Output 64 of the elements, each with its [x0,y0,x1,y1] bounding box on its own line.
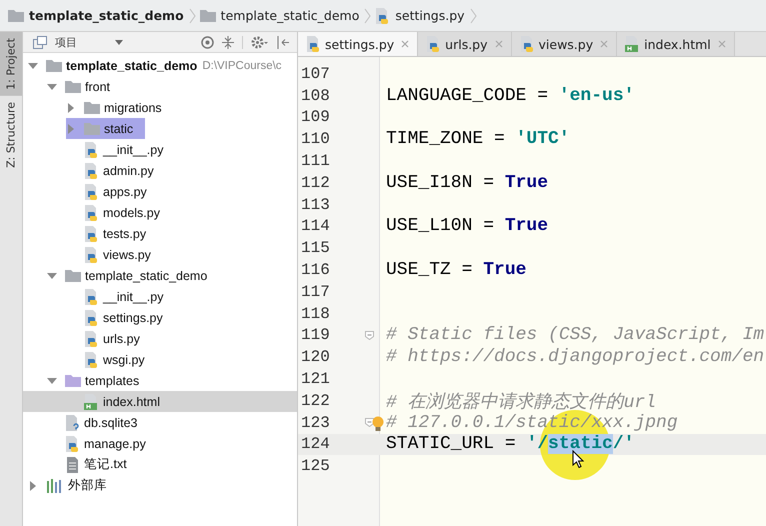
tree-item[interactable]: static [104,122,134,136]
breadcrumb-item[interactable]: settings.py [395,8,465,23]
code-line: # Static files (CSS, JavaScript, Im [386,325,764,346]
tree-item[interactable]: views.py [103,248,151,262]
tree-item[interactable]: admin.py [103,164,154,178]
editor-tab[interactable]: index.html [617,32,735,56]
line-number: 120 [300,348,331,366]
line-number: 113 [300,196,331,214]
tab-title[interactable]: index.html [644,36,711,52]
tree-item[interactable]: apps.py [103,184,147,198]
breadcrumb-item[interactable]: template_static_demo [29,8,184,23]
line-number: 108 [300,86,331,105]
tree-item[interactable]: 笔记.txt [84,456,127,473]
tool-window-tab[interactable]: 1: Project [0,32,22,96]
tree-item[interactable]: models.py [103,206,160,220]
line-number: 123 [300,414,331,432]
line-number: 119 [300,326,331,344]
editor-tab[interactable]: views.py [512,32,618,56]
tree-item[interactable]: tests.py [103,226,146,240]
line-number: 115 [300,239,331,258]
line-number: 117 [300,282,331,301]
tree-item[interactable]: urls.py [103,332,140,346]
code-line: # https://docs.djangoproject.com/en [386,347,764,368]
line-number: 121 [300,370,331,388]
line-number: 118 [300,304,331,323]
tree-item[interactable]: manage.py [84,436,146,450]
tree-item[interactable]: db.sqlite3 [84,416,138,430]
tree-item[interactable]: template_static_demo [85,268,208,282]
editor-tab[interactable]: urls.py [418,32,512,56]
line-number: 116 [300,261,331,280]
tree-item[interactable]: migrations [104,100,162,114]
tab-title[interactable]: urls.py [445,36,488,52]
line-number: 114 [300,217,331,236]
selected-row[interactable]: index.html [23,391,297,412]
line-number: 122 [300,392,331,410]
tree-item[interactable]: wsgi.py [103,352,145,366]
tab-title[interactable]: views.py [538,36,594,52]
tree-item[interactable]: index.html [103,394,160,408]
tree-item[interactable]: settings.py [103,310,163,324]
line-number: 107 [300,64,331,83]
line-number: 111 [300,152,331,170]
line-number: 125 [300,457,331,476]
tab-title[interactable]: settings.py [325,36,394,52]
code-line: USE_TZ = True [386,260,526,280]
tree-item[interactable]: template_static_demo [66,58,198,72]
code-line: USE_I18N = True [386,172,548,193]
tree-item[interactable]: 外部库 [68,477,107,494]
tree-item[interactable]: templates [85,374,140,388]
tree-item[interactable]: __init__.py [103,290,164,304]
breadcrumb-item[interactable]: template_static_demo [220,8,360,23]
line-number: 109 [300,108,331,126]
code-line: TIME_ZONE = 'UTC' [386,129,570,150]
editor-tab[interactable]: settings.py [298,32,418,56]
project-path: D:\VIPCourse\c [202,60,282,72]
tree-item[interactable]: __init__.py [103,142,164,156]
tool-window-tab[interactable]: Z: Structure [0,96,22,174]
line-number: 124 [300,435,331,454]
line-number: 112 [300,174,331,192]
view-dropdown[interactable]: 项目 [55,34,77,50]
code-line: LANGUAGE_CODE = 'en-us' [386,86,634,106]
tree-item[interactable]: front [85,80,110,94]
code-line: USE_L10N = True [386,216,548,236]
line-number: 110 [300,130,331,148]
code-line: # 在浏览器中请求静态文件的url [386,391,656,413]
